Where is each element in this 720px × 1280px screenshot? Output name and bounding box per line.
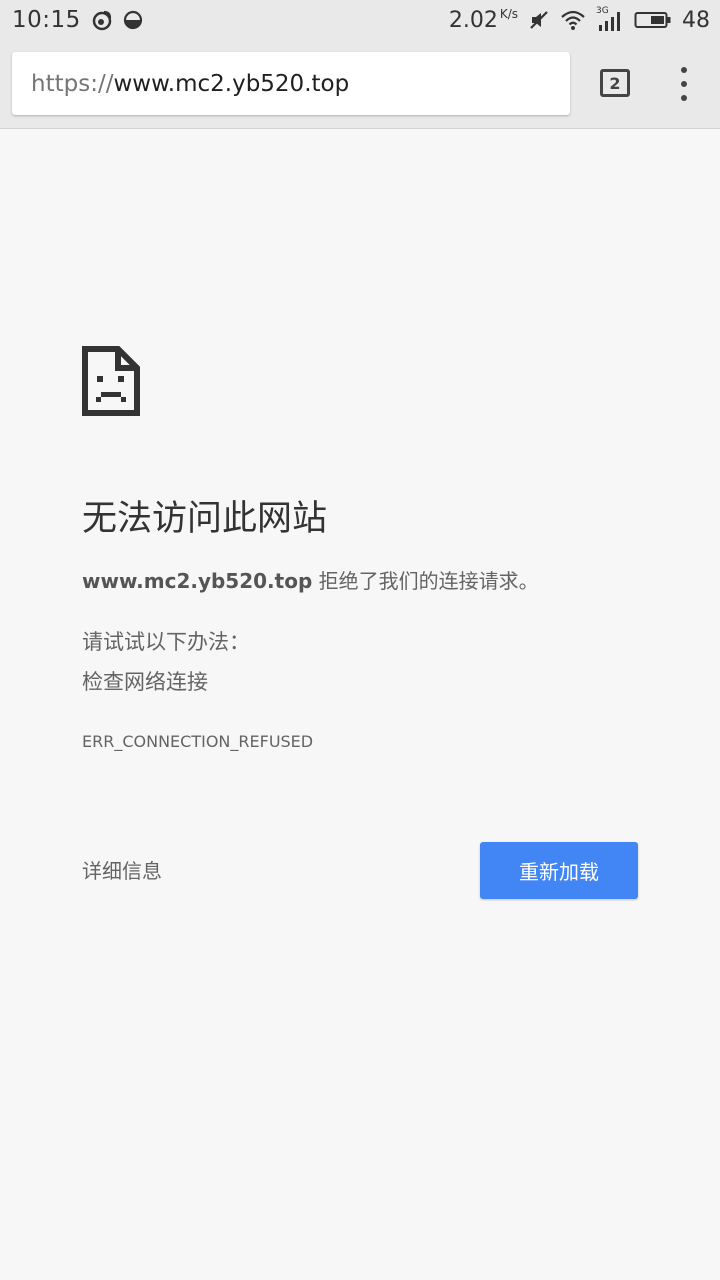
- tab-switcher-button[interactable]: 2: [600, 69, 630, 97]
- battery-level: 48: [682, 7, 710, 33]
- weibo-icon: [91, 9, 113, 31]
- suggestions-label: 请试试以下办法：: [82, 630, 250, 654]
- error-host: www.mc2.yb520.top: [82, 569, 313, 593]
- sad-page-icon: [82, 346, 140, 420]
- error-code: ERR_CONNECTION_REFUSED: [82, 732, 314, 751]
- url-scheme: https://: [31, 70, 114, 97]
- status-bar: 10:15 2.02 K/s 3G 48: [0, 0, 720, 40]
- error-message: 拒绝了我们的连接请求。: [312, 569, 539, 593]
- half-moon-icon: [123, 10, 143, 30]
- menu-dot: [681, 95, 687, 101]
- menu-dot: [681, 67, 687, 73]
- wifi-icon: [560, 9, 586, 31]
- status-time: 10:15: [12, 7, 81, 33]
- more-vert-icon[interactable]: [672, 67, 696, 101]
- error-description: www.mc2.yb520.top 拒绝了我们的连接请求。: [82, 565, 539, 594]
- url-bar[interactable]: https://www.mc2.yb520.top: [12, 52, 570, 115]
- status-left: 10:15: [12, 0, 143, 40]
- tab-count: 2: [609, 73, 621, 93]
- mute-icon: [528, 9, 550, 31]
- suggestion-item: 检查网络连接: [82, 670, 208, 694]
- net-speed-unit: K/s: [499, 7, 518, 21]
- battery-icon: [634, 10, 672, 30]
- net-speed: 2.02 K/s: [449, 7, 518, 33]
- status-right: 2.02 K/s 3G 48: [449, 0, 710, 40]
- net-speed-value: 2.02: [448, 8, 498, 33]
- url-host: www.mc2.yb520.top: [113, 70, 350, 97]
- details-button[interactable]: 详细信息: [82, 855, 162, 884]
- reload-button-label: 重新加载: [519, 860, 599, 884]
- browser-toolbar: https://www.mc2.yb520.top 2: [0, 40, 720, 129]
- error-title: 无法访问此网站: [82, 499, 328, 539]
- menu-dot: [681, 81, 687, 87]
- signal-icon: 3G: [596, 7, 624, 33]
- reload-button[interactable]: 重新加载: [480, 842, 638, 899]
